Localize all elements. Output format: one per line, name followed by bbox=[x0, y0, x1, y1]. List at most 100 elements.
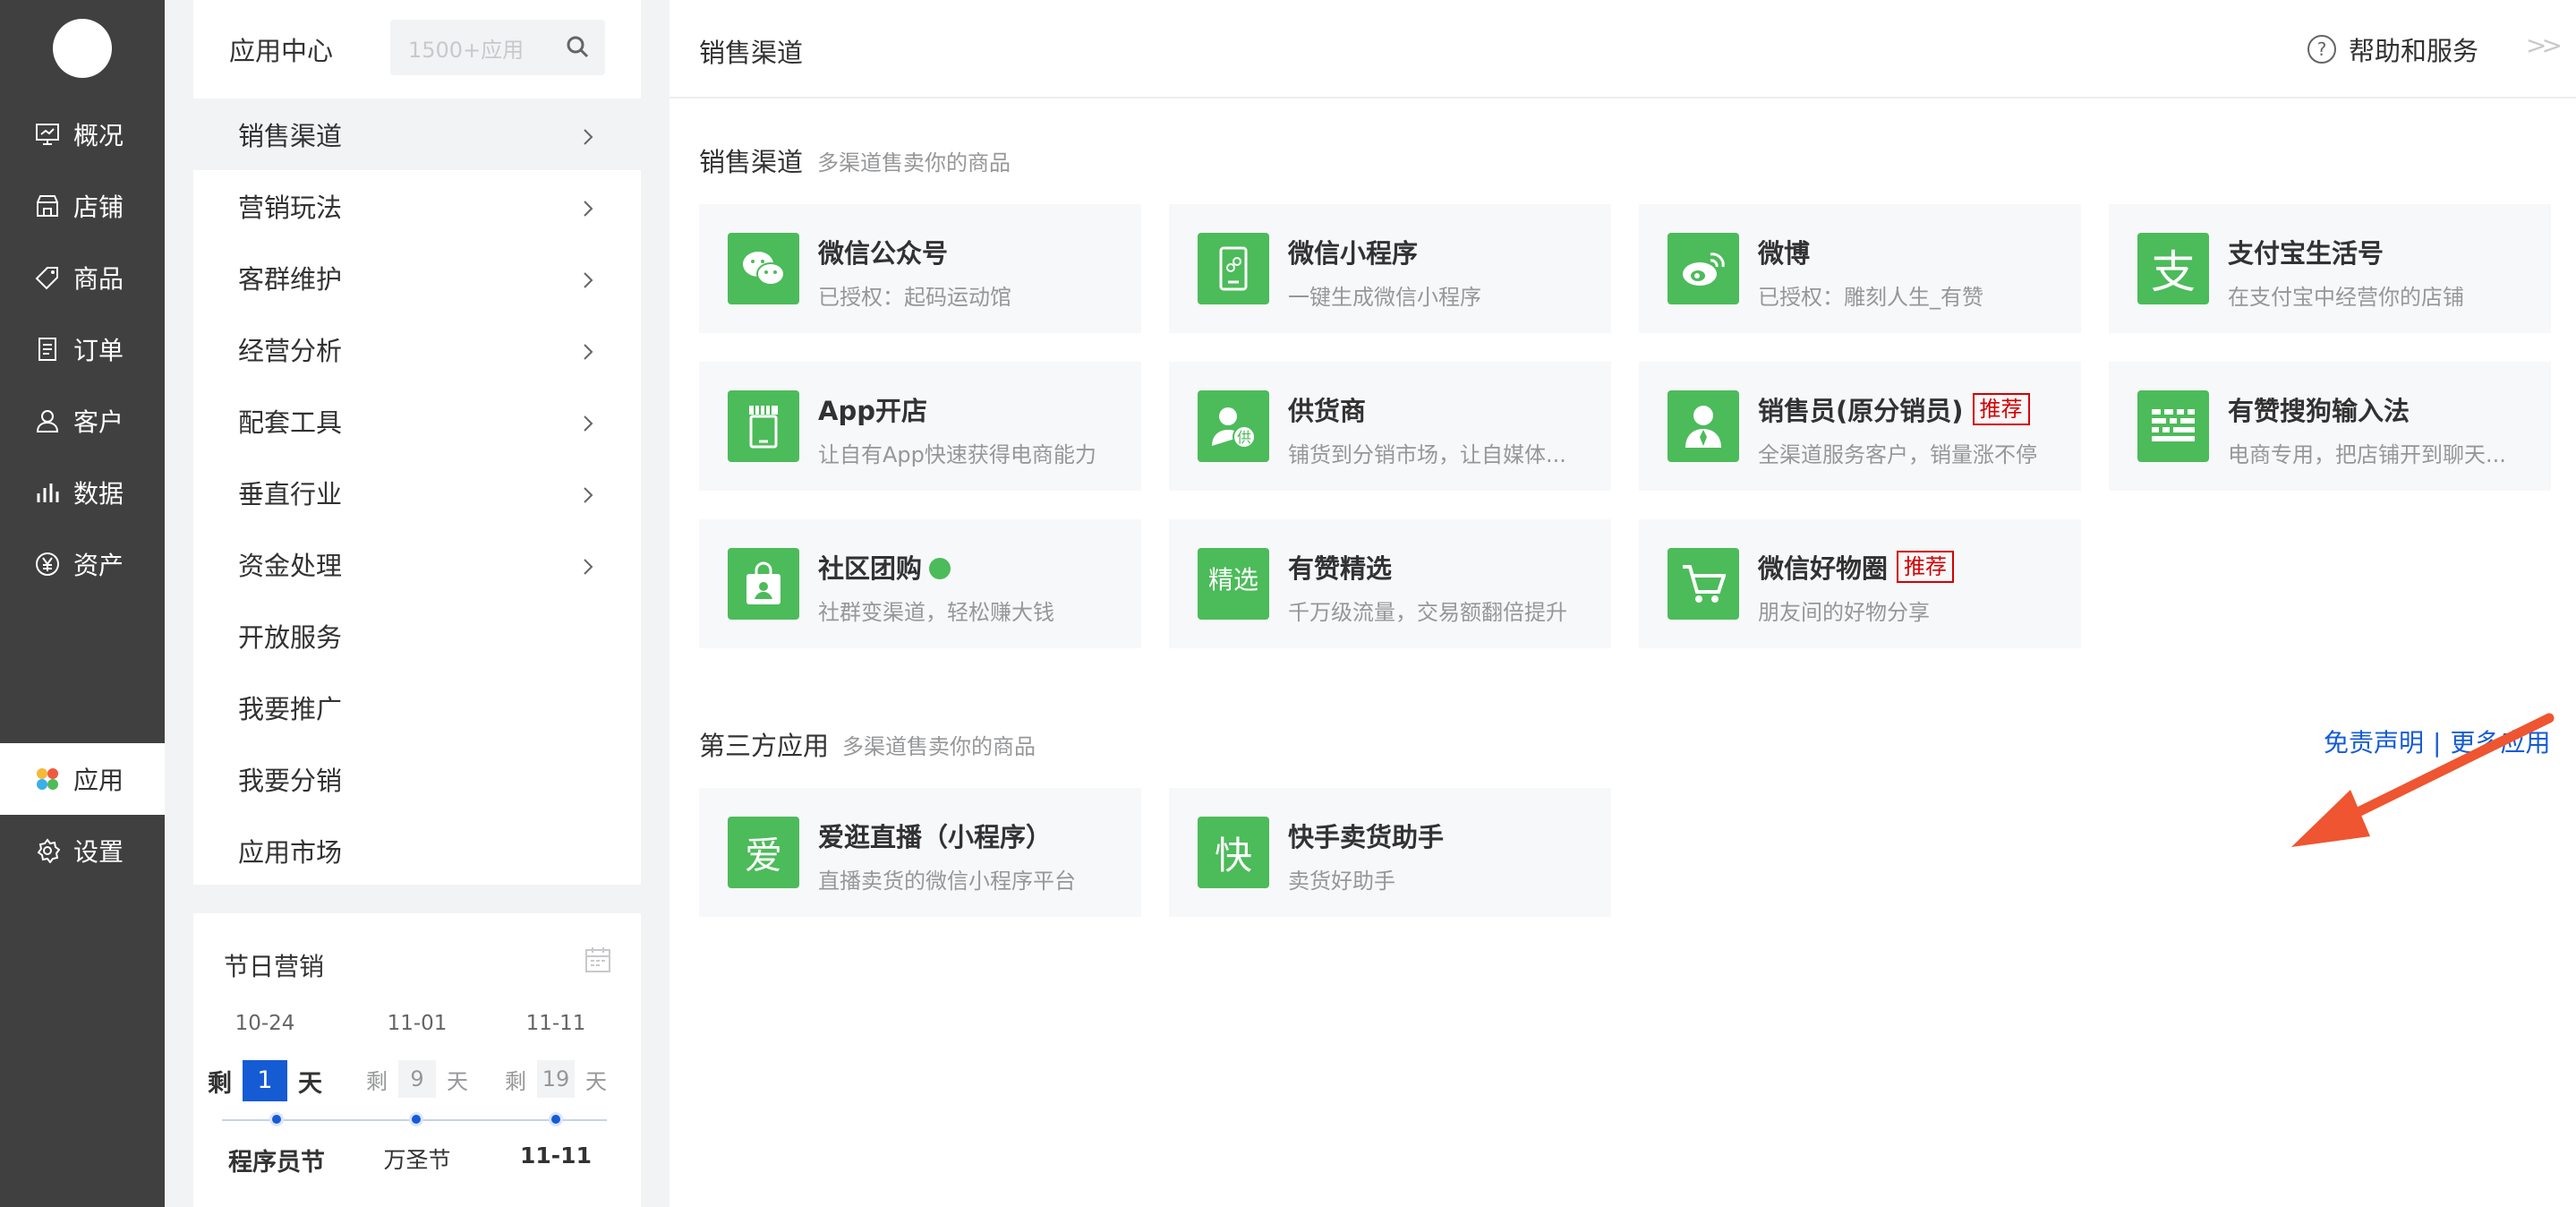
holiday-event[interactable]: 11-11 剩 19 天 bbox=[484, 1012, 627, 1098]
timeline-dot bbox=[269, 1112, 284, 1126]
sidebar-item-app-market[interactable]: 应用市场 bbox=[193, 815, 641, 886]
remaining-days: 19 bbox=[537, 1060, 575, 1098]
app-card[interactable]: 快 快手卖货助手 卖货好助手 bbox=[1169, 788, 1611, 917]
sidebar-item-sales-channel[interactable]: 销售渠道 bbox=[193, 98, 641, 170]
nav-item-settings[interactable]: 设置 bbox=[0, 815, 165, 886]
help-button[interactable]: ? 帮助和服务 bbox=[2307, 30, 2478, 68]
chevron-right-icon bbox=[582, 410, 594, 441]
sidebar-item-label: 销售渠道 bbox=[238, 121, 343, 151]
nav-item-data[interactable]: 数据 bbox=[0, 457, 165, 528]
sidebar-item-label: 垂直行业 bbox=[238, 479, 343, 509]
cart-icon bbox=[1668, 548, 1739, 620]
calendar-icon[interactable] bbox=[584, 946, 611, 977]
nav-item-overview[interactable]: 概况 bbox=[0, 98, 165, 170]
collapse-icon[interactable]: >> bbox=[2526, 30, 2563, 60]
app-name: 供货商 bbox=[1288, 396, 1367, 426]
nav-label: 客户 bbox=[73, 407, 124, 437]
app-card[interactable]: 微信小程序 一键生成微信小程序 bbox=[1169, 204, 1611, 333]
recommend-badge: 推荐 bbox=[1897, 551, 1955, 583]
salesperson-icon bbox=[1668, 390, 1739, 462]
sidebar-item-funds[interactable]: 资金处理 bbox=[193, 528, 641, 600]
app-name: 微博 bbox=[1758, 238, 1811, 269]
shop-logo[interactable] bbox=[53, 19, 112, 78]
app-card[interactable]: 精选 有赞精选 千万级流量，交易额翻倍提升 bbox=[1169, 519, 1611, 648]
holiday-event[interactable]: 10-24 剩 1 天 bbox=[193, 1012, 337, 1101]
app-card[interactable]: 爱 爱逛直播（小程序） 直播卖货的微信小程序平台 bbox=[699, 788, 1141, 917]
user-icon bbox=[34, 407, 61, 434]
holiday-title: 节日营销 bbox=[224, 952, 325, 981]
remain-prefix: 剩 bbox=[208, 1069, 232, 1098]
gear-icon bbox=[34, 837, 61, 864]
nav-item-goods[interactable]: 商品 bbox=[0, 242, 165, 313]
jingxuan-icon: 精选 bbox=[1198, 548, 1269, 620]
remaining-days: 1 bbox=[243, 1060, 287, 1101]
nav-item-customers[interactable]: 客户 bbox=[0, 385, 165, 457]
sidebar-item-label: 开放服务 bbox=[238, 622, 343, 653]
kuaishou-icon: 快 bbox=[1198, 817, 1269, 888]
app-card[interactable]: 有赞搜狗输入法 电商专用，把店铺开到聊天... bbox=[2109, 362, 2551, 491]
search-input[interactable]: 1500+应用 bbox=[390, 20, 605, 75]
holiday-date: 11-11 bbox=[525, 1012, 586, 1035]
tag-icon bbox=[34, 264, 61, 291]
supplier-icon: 供 bbox=[1198, 390, 1269, 462]
app-desc: 铺货到分销市场，让自媒体... bbox=[1288, 442, 1566, 467]
app-name: 社区团购 bbox=[818, 548, 951, 586]
apps-icon bbox=[34, 766, 61, 792]
app-card[interactable]: 销售员(原分销员) 推荐 全渠道服务客户，销量涨不停 bbox=[1639, 362, 2081, 491]
primary-nav: 概况 店铺 商品 订单 客户 数据 资产 应用 设置 bbox=[0, 0, 165, 1207]
remain-prefix: 剩 bbox=[366, 1068, 388, 1094]
nav-item-apps[interactable]: 应用 bbox=[0, 743, 165, 815]
shopping-bag-icon bbox=[728, 548, 799, 620]
app-name: 有赞精选 bbox=[1288, 553, 1393, 584]
chevron-right-icon bbox=[582, 553, 594, 584]
app-desc: 朋友间的好物分享 bbox=[1758, 600, 1930, 625]
nav-item-orders[interactable]: 订单 bbox=[0, 313, 165, 385]
verified-icon bbox=[929, 558, 951, 579]
remain-prefix: 剩 bbox=[505, 1068, 526, 1094]
aiguang-icon: 爱 bbox=[728, 817, 799, 888]
chevron-right-icon bbox=[582, 482, 594, 512]
app-card[interactable]: 微博 已授权：雕刻人生_有赞 bbox=[1639, 204, 2081, 333]
bar-chart-icon bbox=[34, 479, 61, 506]
main-content: 销售渠道 ? 帮助和服务 >> 销售渠道 多渠道售卖你的商品 微信公众号 已授权… bbox=[670, 0, 2576, 1207]
sidebar-item-label: 资金处理 bbox=[238, 551, 343, 581]
app-card[interactable]: 支 支付宝生活号 在支付宝中经营你的店铺 bbox=[2109, 204, 2551, 333]
nav-item-store[interactable]: 店铺 bbox=[0, 170, 165, 242]
app-card[interactable]: 供 供货商 铺货到分销市场，让自媒体... bbox=[1169, 362, 1611, 491]
sidebar-item-label: 我要分销 bbox=[238, 766, 343, 796]
sidebar-item-marketing[interactable]: 营销玩法 bbox=[193, 170, 641, 242]
document-icon bbox=[34, 336, 61, 363]
app-name: 销售员(原分销员) 推荐 bbox=[1758, 390, 2030, 428]
sidebar-item-verticals[interactable]: 垂直行业 bbox=[193, 457, 641, 528]
nav-item-assets[interactable]: 资产 bbox=[0, 528, 165, 600]
app-desc: 直播卖货的微信小程序平台 bbox=[818, 869, 1076, 894]
holiday-date: 10-24 bbox=[235, 1012, 295, 1035]
sidebar-item-open-service[interactable]: 开放服务 bbox=[193, 600, 641, 672]
app-card[interactable]: 社区团购 社群变渠道，轻松赚大钱 bbox=[699, 519, 1141, 648]
holiday-name: 程序员节 bbox=[228, 1149, 325, 1177]
holiday-event[interactable]: 11-01 剩 9 天 bbox=[345, 1012, 489, 1098]
chevron-right-icon bbox=[582, 338, 594, 369]
remain-suffix: 天 bbox=[447, 1068, 468, 1094]
holiday-name: 11-11 bbox=[520, 1143, 592, 1168]
sidebar-item-promote[interactable]: 我要推广 bbox=[193, 672, 641, 743]
app-card[interactable]: 微信公众号 已授权：起码运动馆 bbox=[699, 204, 1141, 333]
sidebar-item-analytics[interactable]: 经营分析 bbox=[193, 313, 641, 385]
section-subtitle: 多渠道售卖你的商品 bbox=[817, 150, 1011, 175]
sidebar-item-label: 营销玩法 bbox=[238, 193, 343, 223]
app-card[interactable]: 微信好物圈 推荐 朋友间的好物分享 bbox=[1639, 519, 2081, 648]
chevron-right-icon bbox=[582, 195, 594, 226]
app-desc: 全渠道服务客户，销量涨不停 bbox=[1758, 442, 2037, 467]
sidebar-item-label: 应用市场 bbox=[238, 837, 343, 868]
app-card[interactable]: App开店 让自有App快速获得电商能力 bbox=[699, 362, 1141, 491]
app-name-text: 销售员(原分销员) bbox=[1758, 396, 1964, 426]
sidebar-item-tools[interactable]: 配套工具 bbox=[193, 385, 641, 457]
nav-label: 数据 bbox=[73, 479, 124, 509]
question-icon: ? bbox=[2307, 35, 2336, 64]
holiday-date: 11-01 bbox=[387, 1012, 448, 1035]
search-icon[interactable] bbox=[566, 35, 589, 64]
sidebar-item-distribute[interactable]: 我要分销 bbox=[193, 743, 641, 815]
nav-label: 设置 bbox=[73, 837, 124, 867]
sidebar-title: 应用中心 bbox=[229, 36, 334, 66]
sidebar-item-customer-care[interactable]: 客群维护 bbox=[193, 242, 641, 313]
